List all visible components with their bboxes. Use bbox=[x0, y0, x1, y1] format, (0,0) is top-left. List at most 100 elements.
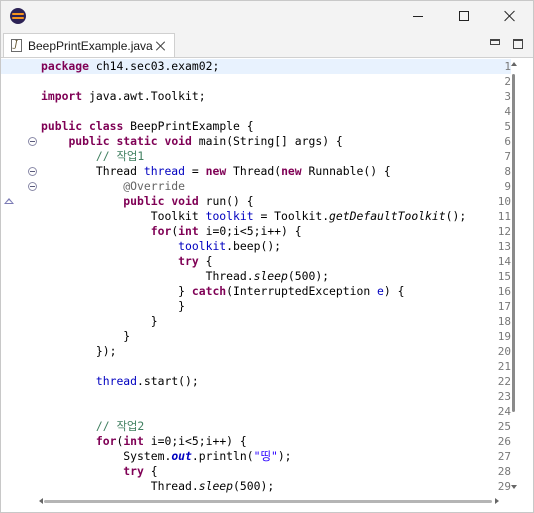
code-line[interactable]: 19 } bbox=[1, 329, 511, 344]
line-number: 6 bbox=[504, 135, 511, 148]
code-text: } bbox=[41, 329, 131, 343]
line-number: 5 bbox=[504, 120, 511, 133]
tab-beepprintexample[interactable]: J BeepPrintExample.java bbox=[3, 33, 175, 57]
line-number: 26 bbox=[497, 435, 511, 448]
line-number: 24 bbox=[497, 405, 511, 418]
code-line[interactable]: 27 System.out.println("띵"); bbox=[1, 449, 511, 464]
line-number: 8 bbox=[504, 165, 511, 178]
code-line[interactable]: 5 public class BeepPrintExample { bbox=[1, 119, 511, 134]
code-line[interactable]: 8 Thread thread = new Thread(new Runnabl… bbox=[1, 164, 511, 179]
code-text: }); bbox=[41, 344, 117, 358]
code-text: try { bbox=[123, 464, 158, 478]
line-number: 14 bbox=[497, 255, 511, 268]
line-number: 3 bbox=[504, 90, 511, 103]
code-text: public void run() { bbox=[123, 194, 254, 208]
override-marker-icon bbox=[4, 198, 14, 204]
scroll-down-icon[interactable] bbox=[511, 485, 517, 489]
fold-collapse-icon[interactable] bbox=[28, 182, 37, 191]
code-text: Thread.sleep(500); bbox=[41, 479, 275, 493]
code-line[interactable]: 6 public static void main(String[] args)… bbox=[1, 134, 511, 149]
line-number: 11 bbox=[497, 210, 511, 223]
horizontal-scrollbar[interactable] bbox=[39, 495, 509, 509]
code-line[interactable]: 18 } bbox=[1, 314, 511, 329]
view-maximize-icon[interactable] bbox=[513, 39, 523, 49]
line-number: 15 bbox=[497, 270, 511, 283]
line-number: 29 bbox=[497, 480, 511, 493]
minimize-icon bbox=[413, 15, 423, 17]
code-text: try { bbox=[178, 254, 213, 268]
line-number: 1 bbox=[504, 60, 511, 73]
code-line[interactable]: 10 public void run() { bbox=[1, 194, 511, 209]
tab-close-icon[interactable] bbox=[156, 41, 166, 51]
code-line[interactable]: 14 try { bbox=[1, 254, 511, 269]
vertical-scrollbar[interactable] bbox=[509, 58, 519, 495]
line-number: 17 bbox=[497, 300, 511, 313]
code-line[interactable]: 21 bbox=[1, 359, 511, 374]
view-minimize-icon[interactable] bbox=[490, 39, 500, 45]
line-number: 16 bbox=[497, 285, 511, 298]
code-line[interactable]: 17 } bbox=[1, 299, 511, 314]
vertical-scroll-thumb[interactable] bbox=[512, 74, 515, 412]
code-line[interactable]: 2 bbox=[1, 74, 511, 89]
scroll-right-icon[interactable] bbox=[495, 498, 499, 504]
line-number: 13 bbox=[497, 240, 511, 253]
code-line[interactable]: 7 // 작업1 bbox=[1, 149, 511, 164]
code-text: public static void main(String[] args) { bbox=[68, 134, 343, 148]
line-number: 20 bbox=[497, 345, 511, 358]
code-line[interactable]: 12 for(int i=0;i<5;i++) { bbox=[1, 224, 511, 239]
maximize-button[interactable] bbox=[441, 1, 487, 31]
line-number: 28 bbox=[497, 465, 511, 478]
code-text: Toolkit toolkit = Toolkit.getDefaultTool… bbox=[41, 209, 467, 223]
line-number: 23 bbox=[497, 390, 511, 403]
line-number: 27 bbox=[497, 450, 511, 463]
eclipse-logo-icon bbox=[10, 8, 26, 24]
line-number: 2 bbox=[504, 75, 511, 88]
code-text: } bbox=[41, 299, 186, 313]
code-text: // 작업1 bbox=[95, 149, 145, 163]
fold-collapse-icon[interactable] bbox=[28, 167, 37, 176]
line-number: 25 bbox=[497, 420, 511, 433]
scroll-left-icon[interactable] bbox=[39, 498, 43, 504]
code-text: // 작업2 bbox=[95, 419, 145, 433]
line-number: 12 bbox=[497, 225, 511, 238]
line-number: 10 bbox=[497, 195, 511, 208]
code-line[interactable]: 11 Toolkit toolkit = Toolkit.getDefaultT… bbox=[1, 209, 511, 224]
code-line[interactable]: 9 @Override bbox=[1, 179, 511, 194]
fold-collapse-icon[interactable] bbox=[28, 137, 37, 146]
code-text: for(int i=0;i<5;i++) { bbox=[95, 434, 247, 448]
code-line[interactable]: 25 // 작업2 bbox=[1, 419, 511, 434]
code-line[interactable]: 28 try { bbox=[1, 464, 511, 479]
code-text: public class BeepPrintExample { bbox=[41, 119, 254, 133]
code-text: Thread.sleep(500); bbox=[41, 269, 330, 283]
code-line[interactable]: 29 Thread.sleep(500); bbox=[1, 479, 511, 494]
code-line[interactable]: 16 } catch(InterruptedException e) { bbox=[1, 284, 511, 299]
horizontal-scroll-thumb[interactable] bbox=[44, 500, 492, 503]
code-line[interactable]: 20 }); bbox=[1, 344, 511, 359]
code-line[interactable]: 22 thread.start(); bbox=[1, 374, 511, 389]
code-line[interactable]: 15 Thread.sleep(500); bbox=[1, 269, 511, 284]
code-text: Thread thread = new Thread(new Runnable(… bbox=[41, 164, 391, 178]
minimize-button[interactable] bbox=[395, 1, 441, 31]
code-editor[interactable]: 1 package ch14.sec03.exam02; 2 3 import java… bbox=[1, 57, 533, 512]
code-line[interactable]: 3 import java.awt.Toolkit; bbox=[1, 89, 511, 104]
code-line[interactable]: 23 bbox=[1, 389, 511, 404]
code-text: System.out.println("띵"); bbox=[41, 449, 292, 463]
close-window-button[interactable] bbox=[487, 1, 533, 31]
close-icon bbox=[504, 10, 516, 22]
code-line[interactable]: 1 package ch14.sec03.exam02; bbox=[1, 59, 511, 74]
title-bar bbox=[1, 1, 533, 31]
eclipse-editor-window: J BeepPrintExample.java 1 package ch14.se… bbox=[0, 0, 534, 513]
code-line[interactable]: 24 bbox=[1, 404, 511, 419]
code-line[interactable]: 13 toolkit.beep(); bbox=[1, 239, 511, 254]
code-text: import java.awt.Toolkit; bbox=[41, 89, 206, 103]
line-number: 9 bbox=[504, 180, 511, 193]
code-text: } catch(InterruptedException e) { bbox=[41, 284, 405, 298]
scroll-up-icon[interactable] bbox=[511, 62, 517, 66]
code-line[interactable]: 4 bbox=[1, 104, 511, 119]
code-text: @Override bbox=[123, 179, 186, 193]
maximize-icon bbox=[459, 11, 469, 21]
line-number: 7 bbox=[504, 150, 511, 163]
line-number: 21 bbox=[497, 360, 511, 373]
code-text: thread.start(); bbox=[95, 374, 199, 388]
code-line[interactable]: 26 for(int i=0;i<5;i++) { bbox=[1, 434, 511, 449]
